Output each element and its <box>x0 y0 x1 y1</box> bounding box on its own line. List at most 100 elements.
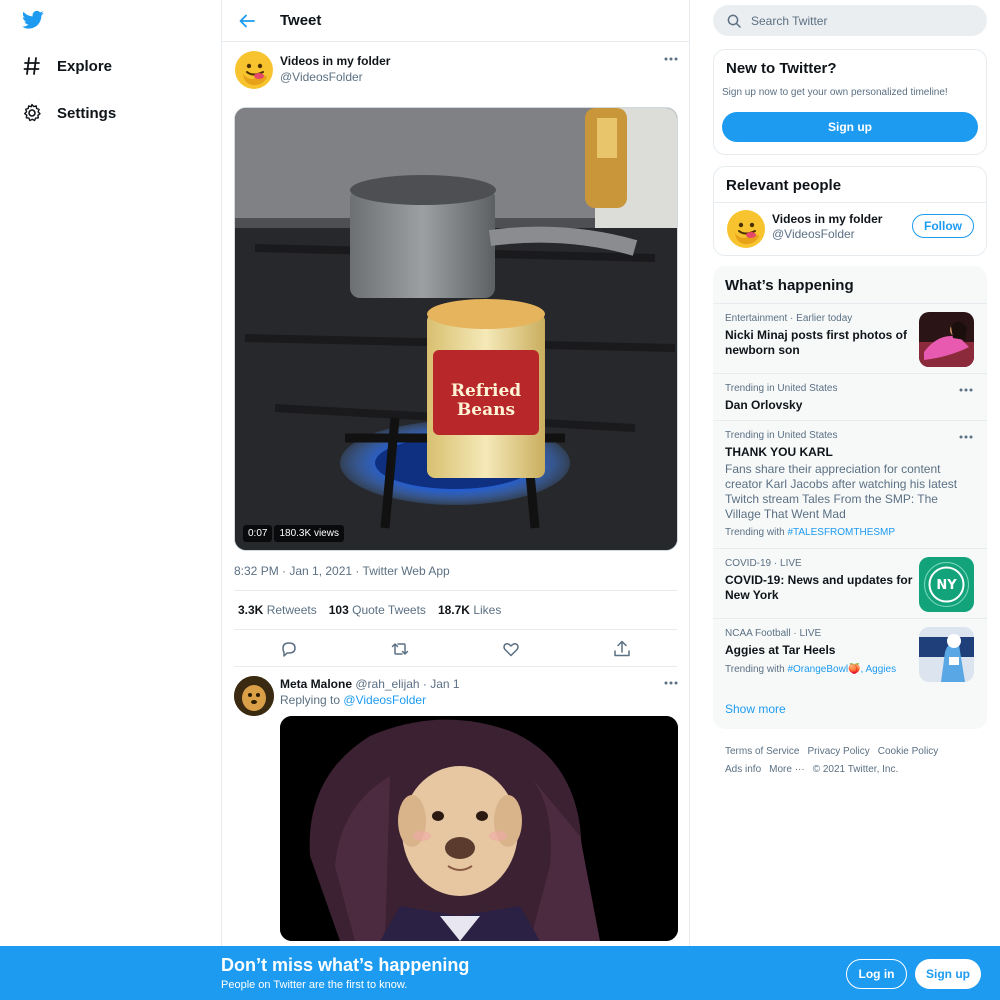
nav-settings[interactable]: Settings <box>22 103 116 123</box>
signup-button[interactable]: Sign up <box>722 112 978 142</box>
trend-hashtag-link-2[interactable]: , Aggies <box>861 664 897 675</box>
author-name[interactable]: Videos in my folder <box>280 54 390 68</box>
trend-with-prefix: Trending with <box>725 527 785 538</box>
replying-to: Replying to @VideosFolder <box>280 693 426 707</box>
trend-thumbnail <box>919 312 974 367</box>
avatar[interactable] <box>234 50 274 90</box>
new-to-twitter-title: New to Twitter? <box>726 60 837 77</box>
trend-with: Trending with #OrangeBowl🍑, Aggies <box>725 664 896 675</box>
ny-logo-text: NY <box>936 578 957 593</box>
quotes-stat[interactable]: 103 Quote Tweets <box>329 603 426 617</box>
trend-hashtag-link[interactable]: #TALESFROMTHESMP <box>787 527 895 538</box>
footer-link[interactable]: Ads info <box>725 761 761 779</box>
new-to-twitter-subtitle: Sign up now to get your own personalized… <box>722 87 948 98</box>
relevant-people-card: Relevant people Videos in my folder @Vid… <box>713 166 987 256</box>
trend-title: Dan Orlovsky <box>725 398 803 412</box>
relevant-avatar[interactable] <box>726 209 766 249</box>
video-frame: Refried Beans <box>235 108 677 550</box>
trend-more-icon[interactable] <box>959 387 973 393</box>
tweet-stats: 3.3K Retweets 103 Quote Tweets 18.7K Lik… <box>234 590 677 630</box>
can-label-line1: Refried <box>451 381 521 401</box>
trend-more-icon[interactable] <box>959 434 973 440</box>
trend-with: Trending with #TALESFROMTHESMP <box>725 527 895 538</box>
banner-subtitle: People on Twitter are the first to know. <box>221 979 408 991</box>
trend-hashtag-link[interactable]: #OrangeBowl🍑 <box>787 664 860 675</box>
video-views: 180.3K views <box>274 525 344 542</box>
retweets-label: Retweets <box>266 603 317 617</box>
retweet-icon[interactable] <box>391 640 409 658</box>
trend-title: THANK YOU KARL <box>725 445 833 459</box>
reply-image-art <box>280 716 678 941</box>
main-column: Tweet Videos in my folder @VideosFolder <box>221 0 690 1000</box>
trend-item[interactable]: COVID-19 · LIVE COVID-19: News and updat… <box>713 548 987 618</box>
search-box[interactable] <box>713 5 987 36</box>
video-badges: 0:07 180.3K views <box>243 525 344 542</box>
nav-settings-label: Settings <box>57 104 117 122</box>
whats-happening-title: What’s happening <box>725 277 854 294</box>
footer-copyright: © 2021 Twitter, Inc. <box>812 764 899 775</box>
relevant-name[interactable]: Videos in my folder <box>772 212 882 226</box>
nav-explore-label: Explore <box>57 57 113 75</box>
tweet-timestamp[interactable]: 8:32 PM · Jan 1, 2021 · Twitter Web App <box>234 564 450 578</box>
search-input[interactable] <box>751 13 951 28</box>
quotes-label: Quote Tweets <box>352 603 426 617</box>
back-arrow-icon[interactable] <box>238 12 256 30</box>
show-more-link[interactable]: Show more <box>725 702 786 716</box>
trend-item[interactable]: Entertainment · Earlier today Nicki Mina… <box>713 303 987 373</box>
trend-thumbnail: NY <box>919 557 974 612</box>
footer-links: Terms of Service Privacy Policy Cookie Pol… <box>725 743 975 779</box>
nav-explore[interactable]: Explore <box>22 56 112 76</box>
share-icon[interactable] <box>613 640 631 658</box>
replying-prefix: Replying to <box>280 693 341 707</box>
reply-tweet[interactable]: Meta Malone @rah_elijah · Jan 1 Replying… <box>222 668 689 948</box>
follow-button[interactable]: Follow <box>912 214 974 238</box>
footer-link[interactable]: More ··· <box>769 761 805 779</box>
reply-more-icon[interactable] <box>664 680 678 686</box>
trend-description: Fans share their appreciation for conten… <box>725 462 958 521</box>
trend-title: COVID-19: News and updates for New York <box>725 573 913 602</box>
trend-item[interactable]: Trending in United States Dan Orlovsky <box>713 373 987 420</box>
footer-link[interactable]: Privacy Policy <box>807 743 869 761</box>
trend-item[interactable]: NCAA Football · LIVE Aggies at Tar Heels… <box>713 618 987 688</box>
likes-stat[interactable]: 18.7K Likes <box>438 603 501 617</box>
new-to-twitter-card: New to Twitter? Sign up now to get your … <box>713 49 987 155</box>
tweet-actions <box>234 630 677 667</box>
reply-author-name[interactable]: Meta Malone <box>280 677 352 691</box>
page-title: Tweet <box>280 12 322 29</box>
relevant-people-title: Relevant people <box>726 177 842 194</box>
whats-happening-card: What’s happening Entertainment · Earlier… <box>713 266 987 729</box>
reply-author-line: Meta Malone @rah_elijah · Jan 1 <box>280 677 460 691</box>
retweets-stat[interactable]: 3.3K Retweets <box>238 603 317 617</box>
quotes-count: 103 <box>328 603 349 617</box>
more-icon[interactable] <box>664 56 678 62</box>
trend-title: Nicki Minaj posts first photos of newbor… <box>725 328 908 357</box>
like-icon[interactable] <box>502 640 520 658</box>
footer-link[interactable]: Terms of Service <box>725 743 799 761</box>
search-icon <box>727 14 741 28</box>
divider <box>714 202 986 203</box>
reply-icon[interactable] <box>280 640 298 658</box>
footer-link[interactable]: Cookie Policy <box>878 743 939 761</box>
twitter-logo-icon[interactable] <box>22 10 44 30</box>
tweet-author: Videos in my folder @VideosFolder <box>234 50 678 90</box>
likes-label: Likes <box>473 603 502 617</box>
login-button[interactable]: Log in <box>846 959 907 989</box>
reply-author-handle[interactable]: @rah_elijah <box>355 677 419 691</box>
replying-to-link[interactable]: @VideosFolder <box>343 693 426 707</box>
trend-category: COVID-19 · LIVE <box>725 558 802 569</box>
trend-item[interactable]: Trending in United States THANK YOU KARL… <box>713 420 987 548</box>
reply-image[interactable] <box>280 716 678 941</box>
trend-category: NCAA Football · LIVE <box>725 628 822 639</box>
trend-with-prefix: Trending with <box>725 664 785 675</box>
tweet-video[interactable]: Refried Beans 0:07 180.3K views <box>234 107 678 551</box>
hashtag-icon <box>22 56 42 76</box>
trend-category: Trending in United States <box>725 430 838 441</box>
banner-title: Don’t miss what’s happening <box>221 955 470 975</box>
reply-date[interactable]: · Jan 1 <box>423 677 460 691</box>
page-header: Tweet <box>222 0 689 42</box>
relevant-handle[interactable]: @VideosFolder <box>772 227 855 241</box>
author-handle[interactable]: @VideosFolder <box>280 70 363 84</box>
reply-avatar[interactable] <box>234 676 274 716</box>
banner-signup-button[interactable]: Sign up <box>915 959 981 989</box>
can-label-line2: Beans <box>457 400 515 420</box>
